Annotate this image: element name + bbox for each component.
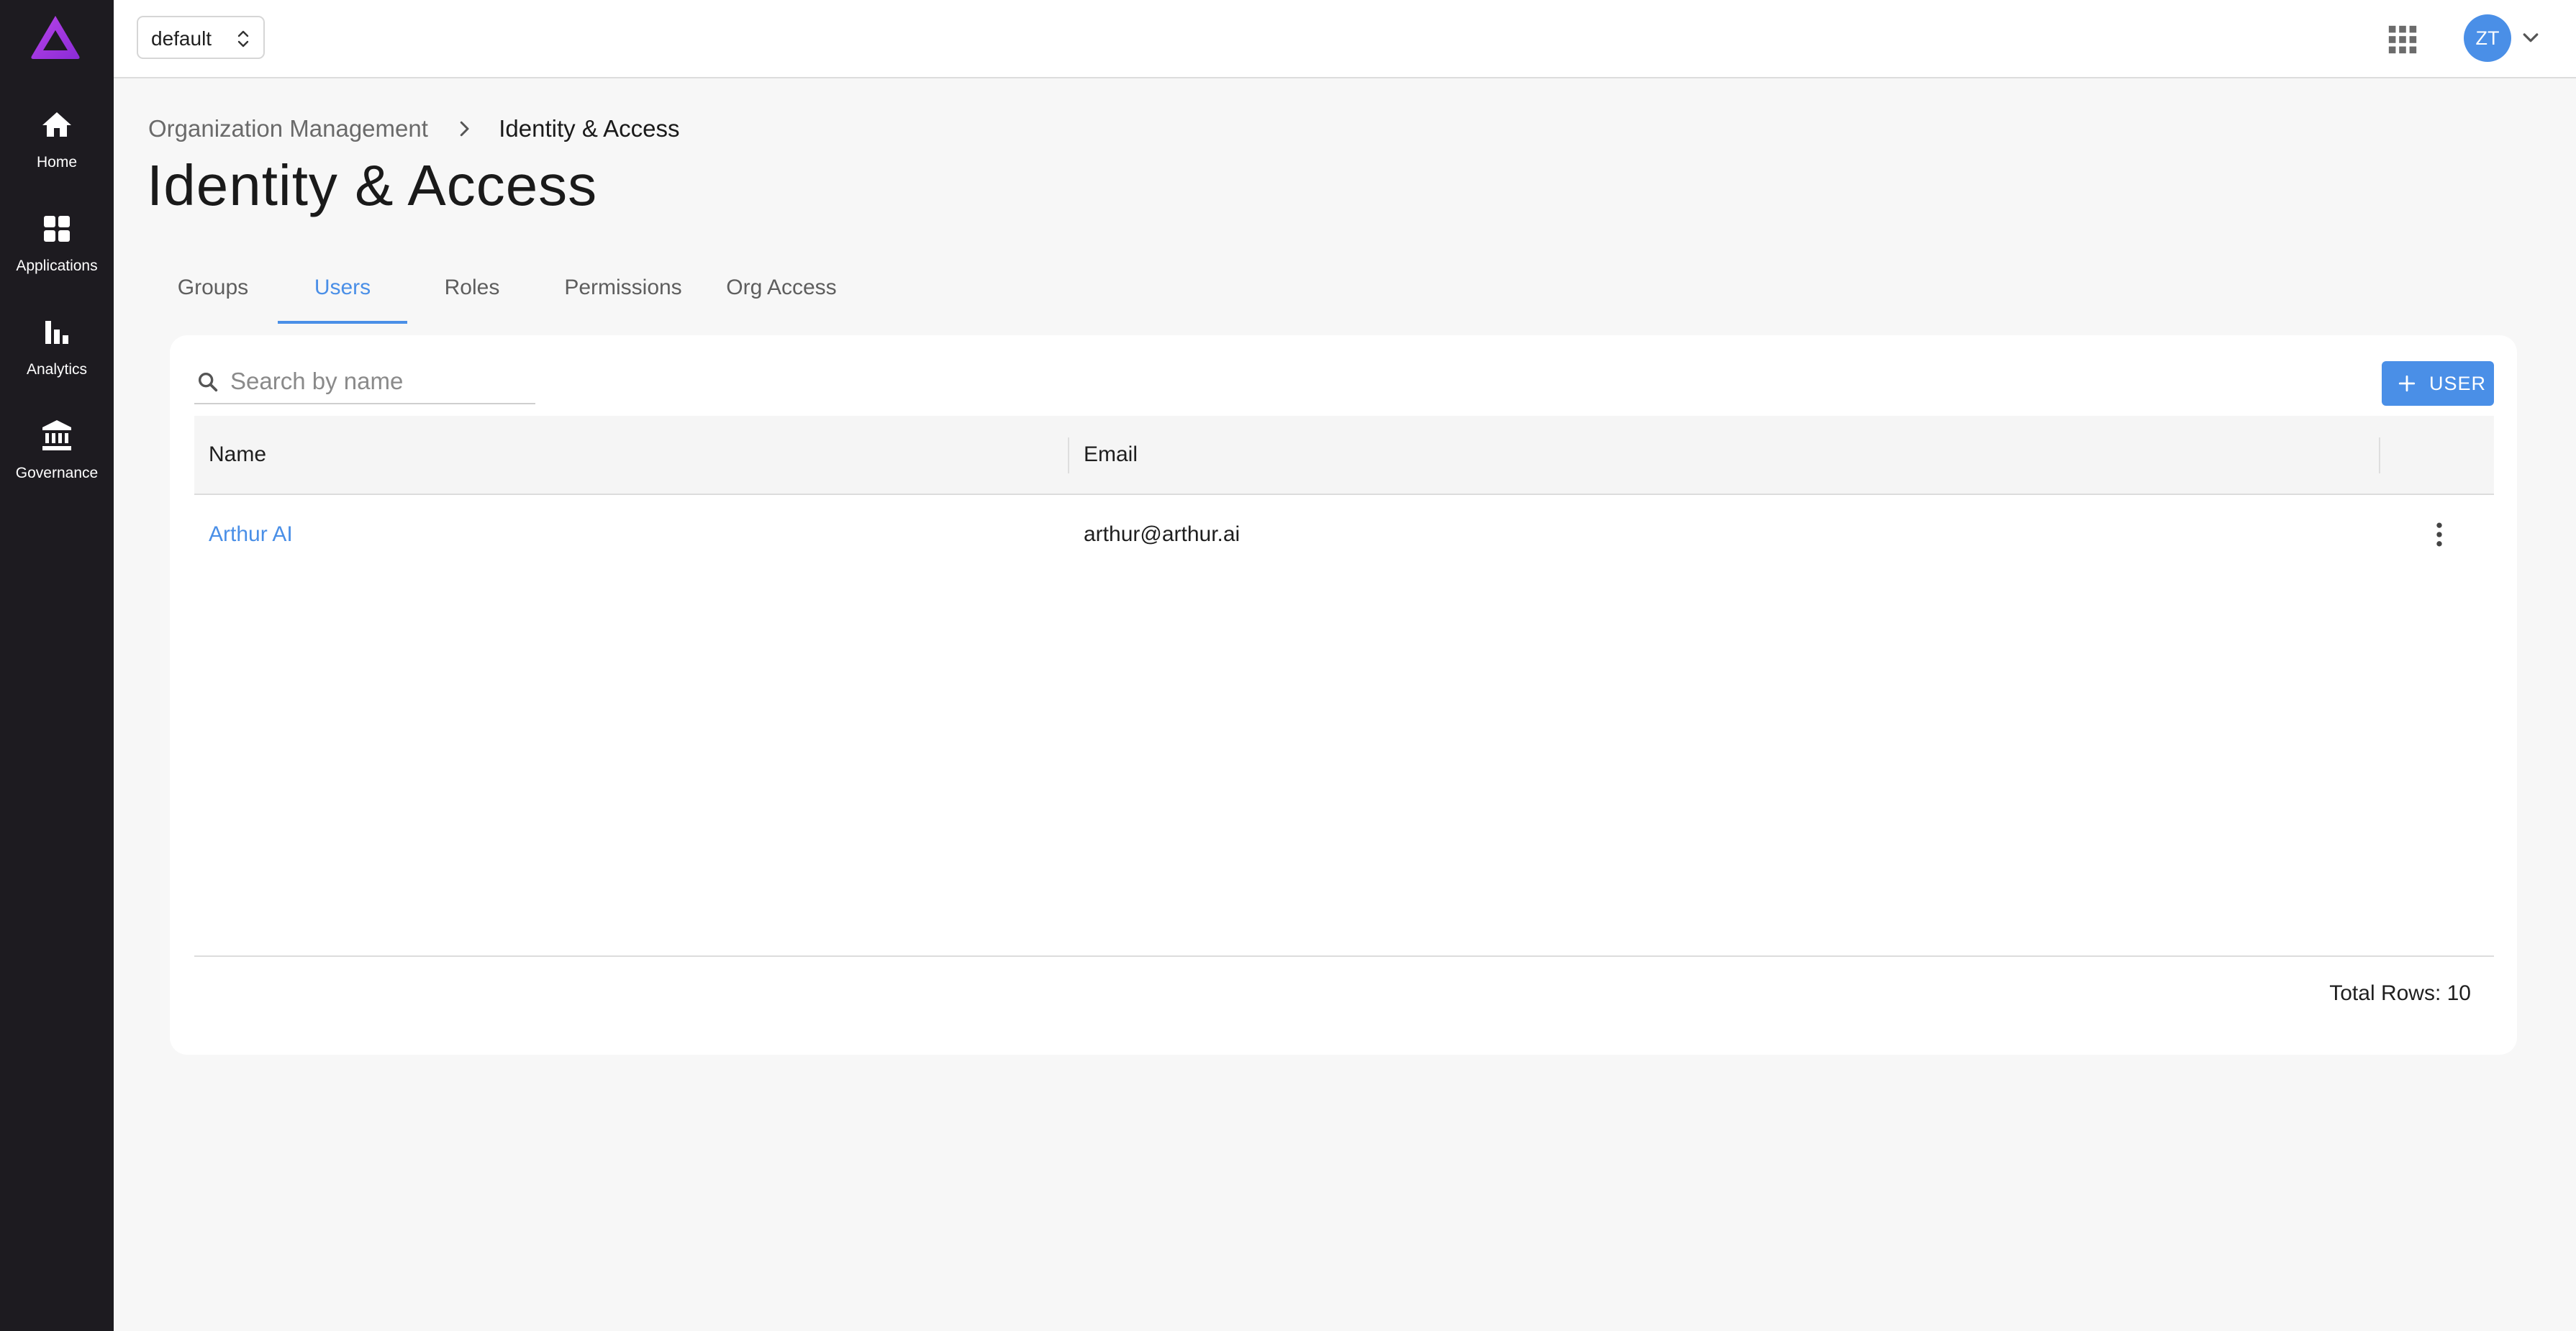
table-header: Name Email bbox=[194, 416, 2494, 495]
bar-chart-icon bbox=[45, 321, 68, 344]
search-icon bbox=[198, 372, 218, 392]
sidebar-item-governance[interactable]: Governance bbox=[0, 419, 114, 505]
chevron-down-icon[interactable] bbox=[2520, 27, 2541, 49]
page-title: Identity & Access bbox=[147, 153, 598, 217]
sidebar: Home Applications Analytics Governance bbox=[0, 0, 114, 1331]
tab-users[interactable]: Users bbox=[278, 259, 407, 324]
tab-org-access[interactable]: Org Access bbox=[709, 259, 853, 324]
user-email: arthur@arthur.ai bbox=[1084, 522, 1241, 546]
sidebar-item-label: Analytics bbox=[26, 361, 88, 378]
add-user-button[interactable]: USER bbox=[2382, 361, 2494, 406]
breadcrumb-current: Identity & Access bbox=[499, 115, 680, 142]
arthur-logo[interactable] bbox=[29, 13, 82, 60]
sidebar-item-label: Home bbox=[36, 154, 78, 171]
total-rows: Total Rows: 10 bbox=[2329, 981, 2471, 1005]
workspace-select[interactable]: default bbox=[137, 16, 265, 59]
avatar[interactable]: ZT bbox=[2464, 14, 2511, 62]
sidebar-item-applications[interactable]: Applications bbox=[0, 212, 114, 298]
users-card: USER Name Email Arthur AI arthur@arthur.… bbox=[170, 335, 2517, 1055]
column-header-email[interactable]: Email bbox=[1069, 416, 1138, 494]
tab-roles[interactable]: Roles bbox=[407, 259, 537, 324]
table-row[interactable]: Arthur AI arthur@arthur.ai bbox=[194, 495, 2494, 574]
breadcrumb: Organization Management Identity & Acces… bbox=[148, 115, 680, 147]
bank-icon bbox=[42, 420, 71, 450]
grid-icon bbox=[44, 216, 70, 242]
table-footer-divider bbox=[194, 955, 2494, 957]
chevron-right-icon bbox=[460, 121, 469, 137]
unfold-icon bbox=[237, 30, 249, 47]
users-table: Name Email Arthur AI arthur@arthur.ai bbox=[194, 416, 2494, 574]
sidebar-item-home[interactable]: Home bbox=[0, 108, 114, 194]
more-vert-icon[interactable] bbox=[2423, 519, 2455, 550]
top-bar: default ZT bbox=[114, 0, 2576, 78]
user-name-link[interactable]: Arthur AI bbox=[194, 495, 293, 574]
column-header-name[interactable]: Name bbox=[194, 416, 266, 494]
search-box bbox=[194, 360, 535, 404]
workspace-label: default bbox=[151, 27, 212, 50]
tab-permissions[interactable]: Permissions bbox=[537, 259, 709, 324]
home-icon bbox=[42, 112, 71, 137]
add-user-label: USER bbox=[2429, 373, 2487, 394]
sidebar-item-analytics[interactable]: Analytics bbox=[0, 315, 114, 401]
search-input[interactable] bbox=[229, 365, 531, 397]
breadcrumb-link-organization-management[interactable]: Organization Management bbox=[148, 115, 428, 142]
column-separator[interactable] bbox=[2379, 437, 2380, 473]
tab-groups[interactable]: Groups bbox=[148, 259, 278, 324]
apps-grid-icon[interactable] bbox=[2386, 23, 2419, 56]
sidebar-item-label: Applications bbox=[16, 258, 98, 274]
plus-icon bbox=[2398, 375, 2416, 392]
sidebar-item-label: Governance bbox=[15, 465, 99, 481]
